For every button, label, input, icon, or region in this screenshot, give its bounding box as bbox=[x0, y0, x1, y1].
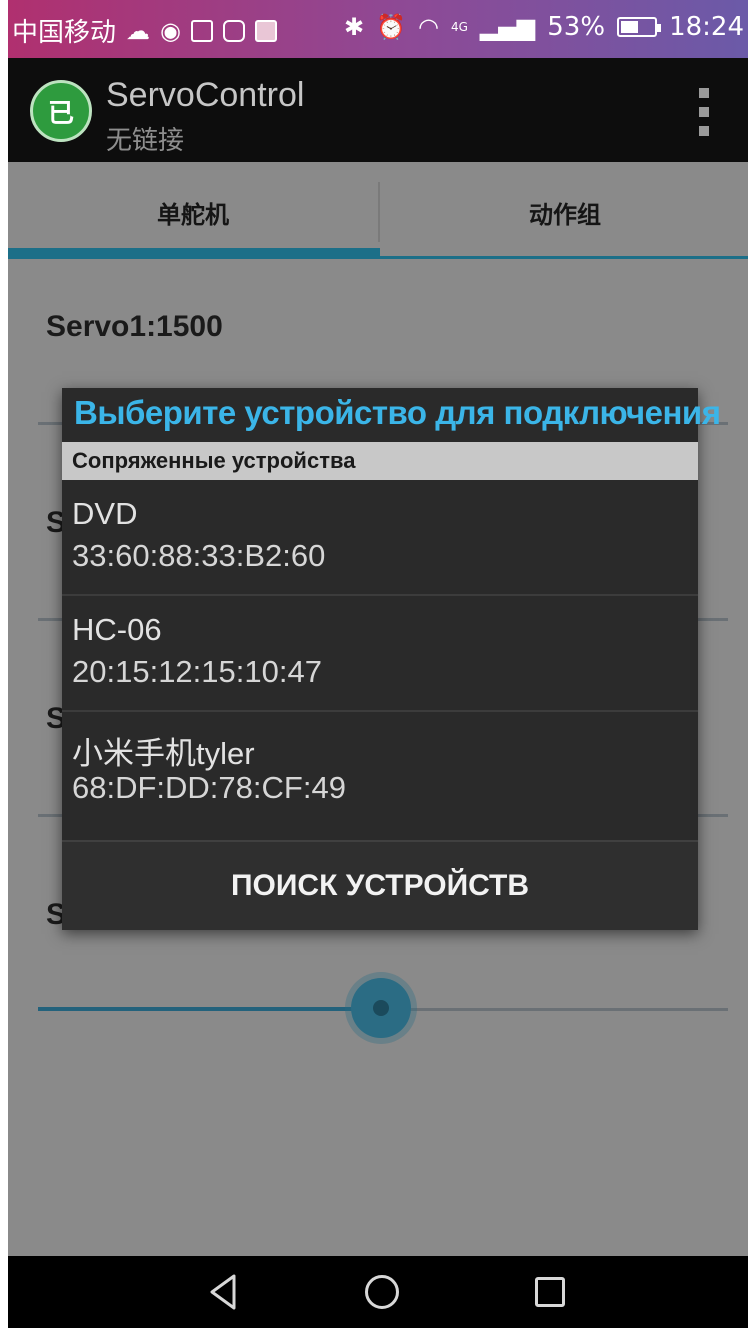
network-type: 4G bbox=[450, 20, 468, 34]
bluetooth-icon: ✱ bbox=[344, 13, 365, 41]
status-bar: 中国移动 ☁ ◉ ✱ ⏰ ◠ 4G ▂▄▆ 53% 18:24 bbox=[8, 0, 748, 58]
device-picker-dialog: Выберите устройство для подключения Сопр… bbox=[62, 388, 721, 930]
camera-icon bbox=[222, 19, 245, 42]
servo-4-slider-thumb[interactable] bbox=[351, 978, 411, 1038]
servo-1-label: Servo1:1500 bbox=[46, 310, 223, 343]
servo-4-slider-fill bbox=[38, 1007, 378, 1011]
navigation-bar bbox=[8, 1256, 748, 1328]
tab-action-group[interactable]: 动作组 bbox=[380, 162, 748, 262]
device-address: 33:60:88:33:B2:60 bbox=[72, 538, 326, 573]
battery-icon bbox=[617, 17, 662, 37]
device-name: HC-06 bbox=[72, 612, 162, 647]
paired-devices-header: Сопряженные устройства bbox=[62, 442, 698, 480]
signal-icon: ▂▄▆ bbox=[479, 13, 536, 41]
qq-icon: ◉ bbox=[160, 16, 181, 45]
device-item[interactable]: HC-06 20:15:12:15:10:47 bbox=[62, 596, 698, 712]
connection-status: 无链接 bbox=[106, 126, 185, 156]
overflow-menu-icon[interactable] bbox=[698, 88, 710, 136]
cloud-icon: ☁ bbox=[126, 16, 151, 45]
scan-devices-button[interactable]: ПОИСК УСТРОЙСТВ bbox=[62, 840, 698, 930]
device-item[interactable]: 小米手机tyler 68:DF:DD:78:CF:49 bbox=[62, 712, 698, 828]
phone-screen: 中国移动 ☁ ◉ ✱ ⏰ ◠ 4G ▂▄▆ 53% 18:24 已 ServoC… bbox=[8, 0, 748, 1328]
alarm-icon: ⏰ bbox=[376, 13, 406, 41]
dialog-title: Выберите устройство для подключения bbox=[74, 394, 721, 431]
app-notification-icon bbox=[254, 19, 277, 42]
device-address: 68:DF:DD:78:CF:49 bbox=[72, 770, 346, 805]
tab-bar: 单舵机 动作组 bbox=[8, 162, 748, 262]
tab-baseline bbox=[8, 256, 748, 259]
device-name: 小米手机tyler bbox=[72, 736, 255, 771]
app-title: ServoControl bbox=[106, 76, 305, 114]
battery-percent: 53% bbox=[547, 12, 606, 42]
back-icon[interactable] bbox=[204, 1272, 244, 1312]
device-address: 20:15:12:15:10:47 bbox=[72, 654, 322, 689]
clock: 18:24 bbox=[669, 12, 744, 42]
recent-apps-icon[interactable] bbox=[530, 1272, 570, 1312]
app-logo-icon: 已 bbox=[30, 80, 92, 142]
action-bar: 已 ServoControl 无链接 bbox=[8, 58, 748, 162]
wifi-icon: ◠ bbox=[418, 13, 439, 41]
device-item[interactable]: DVD 33:60:88:33:B2:60 bbox=[62, 480, 698, 596]
device-name: DVD bbox=[72, 496, 138, 531]
tab-single-servo[interactable]: 单舵机 bbox=[8, 162, 378, 262]
gallery-icon bbox=[190, 19, 213, 42]
carrier-label: 中国移动 bbox=[12, 18, 117, 48]
home-icon[interactable] bbox=[362, 1272, 402, 1312]
